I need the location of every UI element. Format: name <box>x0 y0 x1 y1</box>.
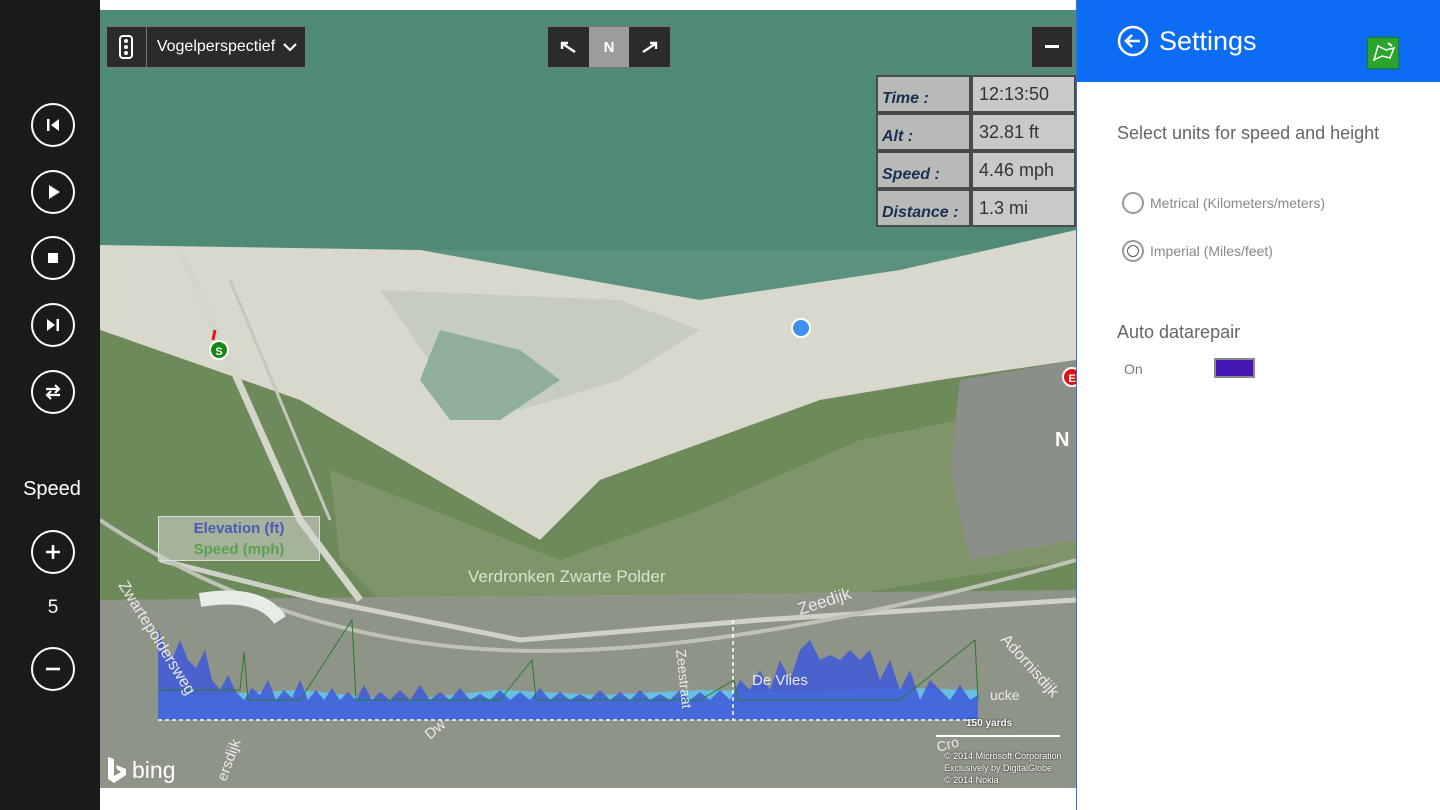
copyright-line: © 2014 Nokia <box>944 775 999 785</box>
track-stats-table: Time : 12:13:50 Alt : 32.81 ft Speed : 4… <box>876 75 1076 227</box>
metric-radio-label: Metrical (Kilometers/meters) <box>1150 195 1326 211</box>
bing-wordmark: bing <box>132 756 176 783</box>
view-mode-dropdown[interactable]: Vogelperspectief <box>106 26 306 68</box>
legend-speed: Speed (mph) <box>193 541 285 558</box>
stats-row-distance: Distance : 1.3 mi <box>876 189 1076 227</box>
playback-rail: Speed 5 <box>0 0 100 810</box>
skip-back-icon <box>47 119 59 131</box>
datarepair-toggle[interactable] <box>1214 358 1255 378</box>
stop-icon <box>48 253 58 263</box>
datarepair-section-title: Auto datarepair <box>1117 322 1241 342</box>
skip-forward-icon <box>47 319 59 331</box>
stats-value: 12:13:50 <box>971 75 1076 113</box>
stats-row-speed: Speed : 4.46 mph <box>876 151 1076 189</box>
chart-legend: Elevation (ft) Speed (mph) <box>158 516 320 561</box>
rotate-left-button[interactable] <box>548 27 589 67</box>
metric-radio[interactable] <box>1122 192 1144 214</box>
previous-track-button[interactable] <box>31 103 75 147</box>
copyright-line: © 2014 Microsoft Corporation <box>944 751 1062 761</box>
map-copyright: © 2014 Microsoft Corporation Exclusively… <box>944 750 1076 786</box>
radio-selected-dot <box>1127 245 1139 257</box>
minus-circle-icon <box>46 667 60 671</box>
place-label-n: N <box>1055 429 1069 451</box>
stats-value: 4.46 mph <box>971 151 1076 189</box>
stats-row-alt: Alt : 32.81 ft <box>876 113 1076 151</box>
end-marker-label: E <box>1068 373 1075 385</box>
next-track-button[interactable] <box>31 303 75 347</box>
stats-value: 1.3 mi <box>971 189 1076 227</box>
scale-label: 150 yards <box>966 718 1013 729</box>
speed-decrease-button[interactable] <box>31 647 75 691</box>
start-marker-label: S <box>215 346 222 358</box>
imperial-radio-option[interactable]: Imperial (Miles/feet) <box>1122 240 1273 262</box>
back-button[interactable] <box>1117 25 1149 57</box>
rotate-right-button[interactable] <box>629 27 670 67</box>
swap-arrows-icon <box>45 384 61 400</box>
view-mode-label: Vogelperspectief <box>156 38 276 55</box>
rotate-right-icon <box>642 41 657 53</box>
stats-value: 32.81 ft <box>971 113 1076 151</box>
swap-button[interactable] <box>31 370 75 414</box>
imperial-radio-label: Imperial (Miles/feet) <box>1150 243 1273 259</box>
stats-key: Distance : <box>876 189 971 227</box>
metric-radio-option[interactable]: Metrical (Kilometers/meters) <box>1122 192 1325 214</box>
bing-logo: bing <box>106 756 175 784</box>
legend-elevation: Elevation (ft) <box>193 520 285 537</box>
speed-increase-button[interactable] <box>31 530 75 574</box>
imperial-radio[interactable] <box>1122 240 1144 262</box>
speed-value: 5 <box>47 597 59 618</box>
bing-b-icon <box>108 757 126 783</box>
stop-button[interactable] <box>31 236 75 280</box>
speed-label: Speed <box>23 478 81 500</box>
stats-key: Time : <box>876 75 971 113</box>
rotate-left-icon <box>561 41 576 53</box>
settings-title: Settings <box>1159 25 1257 56</box>
play-icon <box>49 185 60 199</box>
chevron-down-icon <box>275 42 305 52</box>
datarepair-toggle-label: On <box>1124 361 1143 377</box>
place-label-polder: Verdronken Zwarte Polder <box>468 567 666 586</box>
app-logo-icon <box>1367 37 1399 69</box>
place-label-de-vlies: De Vlies <box>752 672 808 689</box>
minus-icon <box>1045 45 1059 48</box>
copyright-line: Exclusively by DigitalGlobe <box>944 763 1053 773</box>
stats-row-time: Time : 12:13:50 <box>876 75 1076 113</box>
back-arrow-icon <box>1117 25 1149 57</box>
zoom-out-button[interactable] <box>1031 26 1073 68</box>
traffic-light-icon[interactable] <box>107 27 147 67</box>
units-section-title: Select units for speed and height <box>1117 123 1380 143</box>
place-label-ucke: ucke <box>990 687 1020 703</box>
settings-header: Settings <box>1077 0 1440 82</box>
settings-flyout: Settings Select units for speed and heig… <box>1076 0 1440 810</box>
stats-key: Speed : <box>876 151 971 189</box>
play-button[interactable] <box>31 170 75 214</box>
compass-control: N <box>547 26 671 68</box>
plus-circle-icon <box>46 545 60 559</box>
stats-key: Alt : <box>876 113 971 151</box>
north-button[interactable]: N <box>588 27 630 67</box>
